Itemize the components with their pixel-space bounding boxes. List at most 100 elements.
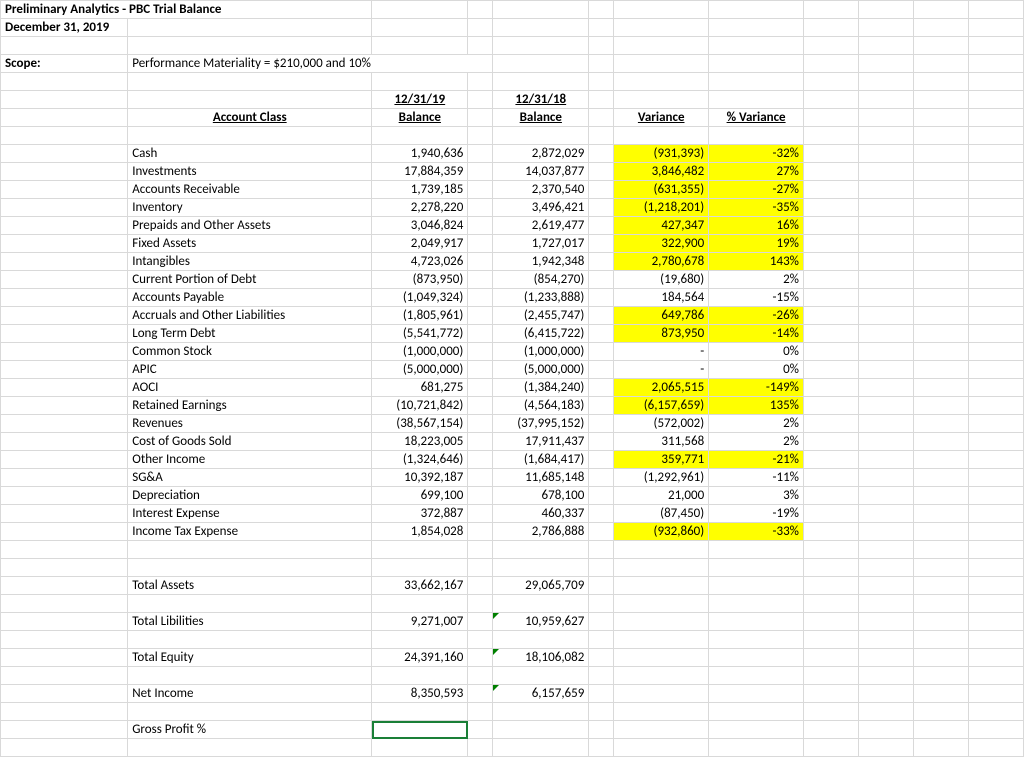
- variance-cell[interactable]: 311,568: [614, 433, 709, 451]
- account-label[interactable]: Current Portion of Debt: [128, 271, 372, 289]
- pct-variance-cell[interactable]: 27%: [709, 163, 804, 181]
- pct-variance-cell[interactable]: 0%: [709, 343, 804, 361]
- account-label[interactable]: Intangibles: [128, 253, 372, 271]
- variance-cell[interactable]: 2,065,515: [614, 379, 709, 397]
- variance-cell[interactable]: (932,860): [614, 523, 709, 541]
- balance-prior[interactable]: 2,619,477: [493, 217, 589, 235]
- balance-prior[interactable]: (2,455,747): [493, 307, 589, 325]
- col-account-class[interactable]: Account Class: [128, 109, 372, 127]
- balance-prior[interactable]: 14,037,877: [493, 163, 589, 181]
- balance-prior[interactable]: (1,233,888): [493, 289, 589, 307]
- balance-current[interactable]: (5,000,000): [372, 361, 468, 379]
- balance-prior[interactable]: 678,100: [493, 487, 589, 505]
- account-label[interactable]: SG&A: [128, 469, 372, 487]
- pct-variance-cell[interactable]: -14%: [709, 325, 804, 343]
- pct-variance-cell[interactable]: -11%: [709, 469, 804, 487]
- balance-current[interactable]: 699,100: [372, 487, 468, 505]
- balance-current[interactable]: 1,739,185: [372, 181, 468, 199]
- variance-cell[interactable]: -: [614, 343, 709, 361]
- variance-cell[interactable]: (1,292,961): [614, 469, 709, 487]
- account-label[interactable]: Accounts Receivable: [128, 181, 372, 199]
- balance-current[interactable]: (1,805,961): [372, 307, 468, 325]
- balance-current[interactable]: (5,541,772): [372, 325, 468, 343]
- balance-prior[interactable]: 1,942,348: [493, 253, 589, 271]
- balance-current[interactable]: 1,854,028: [372, 523, 468, 541]
- pct-variance-cell[interactable]: -15%: [709, 289, 804, 307]
- col-date1[interactable]: 12/31/19: [372, 91, 468, 109]
- scope-value[interactable]: Performance Materiality = $210,000 and 1…: [128, 55, 493, 73]
- account-label[interactable]: Cost of Goods Sold: [128, 433, 372, 451]
- pct-variance-cell[interactable]: 2%: [709, 433, 804, 451]
- account-label[interactable]: APIC: [128, 361, 372, 379]
- total-label[interactable]: Total Equity: [128, 649, 372, 667]
- pct-variance-cell[interactable]: 143%: [709, 253, 804, 271]
- balance-prior[interactable]: (37,995,152): [493, 415, 589, 433]
- variance-cell[interactable]: (631,355): [614, 181, 709, 199]
- pct-variance-cell[interactable]: 2%: [709, 271, 804, 289]
- variance-cell[interactable]: 2,780,678: [614, 253, 709, 271]
- pct-variance-cell[interactable]: 3%: [709, 487, 804, 505]
- account-label[interactable]: Common Stock: [128, 343, 372, 361]
- total-b1[interactable]: 24,391,160: [372, 649, 468, 667]
- variance-cell[interactable]: 184,564: [614, 289, 709, 307]
- account-label[interactable]: Interest Expense: [128, 505, 372, 523]
- pct-variance-cell[interactable]: -35%: [709, 199, 804, 217]
- balance-prior[interactable]: (6,415,722): [493, 325, 589, 343]
- balance-current[interactable]: (1,324,646): [372, 451, 468, 469]
- total-b2[interactable]: 18,106,082: [493, 649, 589, 667]
- pct-variance-cell[interactable]: -33%: [709, 523, 804, 541]
- balance-prior[interactable]: (4,564,183): [493, 397, 589, 415]
- pct-variance-cell[interactable]: 19%: [709, 235, 804, 253]
- balance-current[interactable]: (1,000,000): [372, 343, 468, 361]
- account-label[interactable]: Retained Earnings: [128, 397, 372, 415]
- balance-current[interactable]: 1,940,636: [372, 145, 468, 163]
- account-label[interactable]: Accruals and Other Liabilities: [128, 307, 372, 325]
- total-label[interactable]: Total Libilities: [128, 613, 372, 631]
- variance-cell[interactable]: (1,218,201): [614, 199, 709, 217]
- total-b1[interactable]: [372, 721, 468, 739]
- variance-cell[interactable]: (87,450): [614, 505, 709, 523]
- variance-cell[interactable]: (19,680): [614, 271, 709, 289]
- balance-current[interactable]: (873,950): [372, 271, 468, 289]
- balance-current[interactable]: 17,884,359: [372, 163, 468, 181]
- balance-prior[interactable]: 2,872,029: [493, 145, 589, 163]
- balance-prior[interactable]: 2,370,540: [493, 181, 589, 199]
- total-label[interactable]: Gross Profit %: [128, 721, 372, 739]
- variance-cell[interactable]: 649,786: [614, 307, 709, 325]
- account-label[interactable]: Inventory: [128, 199, 372, 217]
- balance-current[interactable]: 372,887: [372, 505, 468, 523]
- pct-variance-cell[interactable]: -26%: [709, 307, 804, 325]
- col-pct-variance[interactable]: % Variance: [709, 109, 804, 127]
- spreadsheet-grid[interactable]: Preliminary Analytics - PBC Trial Balanc…: [0, 0, 1024, 757]
- balance-current[interactable]: 10,392,187: [372, 469, 468, 487]
- balance-current[interactable]: 2,049,917: [372, 235, 468, 253]
- col-variance[interactable]: Variance: [614, 109, 709, 127]
- pct-variance-cell[interactable]: 16%: [709, 217, 804, 235]
- account-label[interactable]: Income Tax Expense: [128, 523, 372, 541]
- total-b1[interactable]: 33,662,167: [372, 577, 468, 595]
- variance-cell[interactable]: 322,900: [614, 235, 709, 253]
- balance-prior[interactable]: 460,337: [493, 505, 589, 523]
- account-label[interactable]: Accounts Payable: [128, 289, 372, 307]
- balance-current[interactable]: 681,275: [372, 379, 468, 397]
- col-balance1[interactable]: Balance: [372, 109, 468, 127]
- total-b1[interactable]: 8,350,593: [372, 685, 468, 703]
- account-label[interactable]: Cash: [128, 145, 372, 163]
- account-label[interactable]: Depreciation: [128, 487, 372, 505]
- balance-prior[interactable]: 2,786,888: [493, 523, 589, 541]
- pct-variance-cell[interactable]: 135%: [709, 397, 804, 415]
- balance-current[interactable]: 3,046,824: [372, 217, 468, 235]
- total-label[interactable]: Net Income: [128, 685, 372, 703]
- total-b1[interactable]: 9,271,007: [372, 613, 468, 631]
- total-b2[interactable]: 6,157,659: [493, 685, 589, 703]
- account-label[interactable]: Revenues: [128, 415, 372, 433]
- page-title[interactable]: Preliminary Analytics - PBC Trial Balanc…: [1, 1, 372, 19]
- account-label[interactable]: AOCI: [128, 379, 372, 397]
- balance-prior[interactable]: (1,384,240): [493, 379, 589, 397]
- variance-cell[interactable]: 873,950: [614, 325, 709, 343]
- balance-prior[interactable]: (1,684,417): [493, 451, 589, 469]
- account-label[interactable]: Long Term Debt: [128, 325, 372, 343]
- balance-current[interactable]: 2,278,220: [372, 199, 468, 217]
- pct-variance-cell[interactable]: -149%: [709, 379, 804, 397]
- balance-current[interactable]: 4,723,026: [372, 253, 468, 271]
